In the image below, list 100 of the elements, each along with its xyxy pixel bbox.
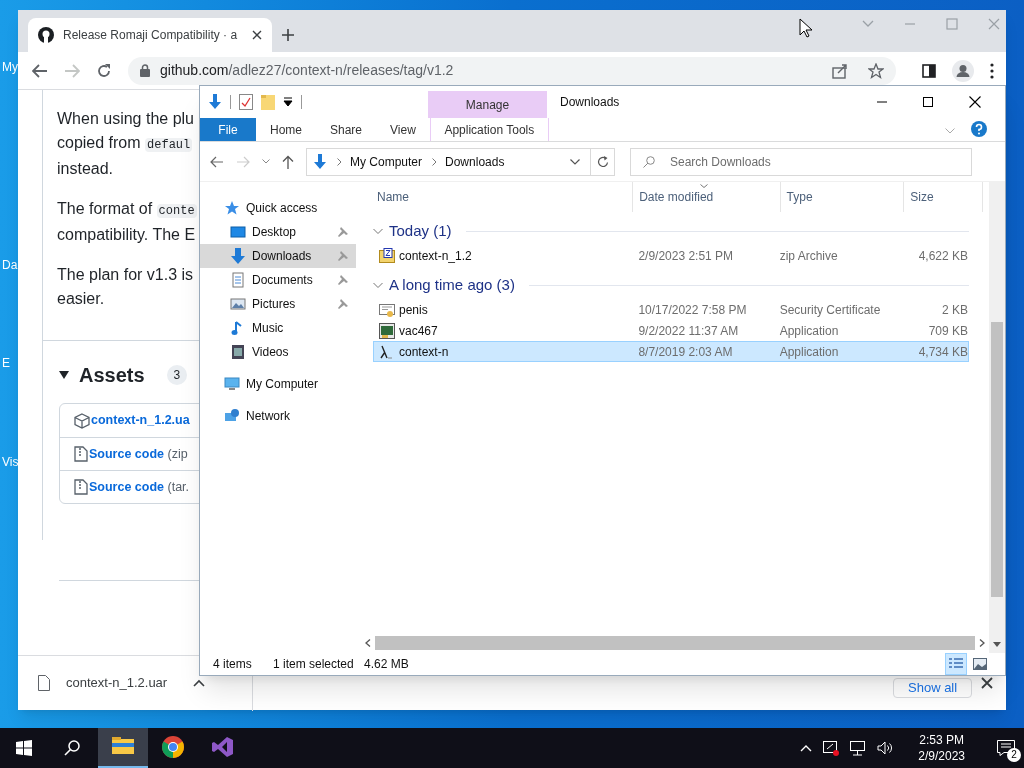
paragraph-text: instead. xyxy=(57,159,115,179)
chevron-down-icon[interactable] xyxy=(570,158,580,165)
nav-item[interactable]: Documents xyxy=(200,268,356,292)
asset-link[interactable]: Source code (tar. xyxy=(89,477,190,497)
properties-icon[interactable] xyxy=(239,94,253,110)
group-header[interactable]: A long time ago (3) xyxy=(389,273,515,297)
clock-time[interactable]: 2:53 PM xyxy=(919,732,964,748)
chevron-up-icon[interactable] xyxy=(800,744,813,752)
file-row[interactable]: penis 10/17/2022 7:58 PM Security Certificate 2 KB xyxy=(373,299,969,320)
file-icon[interactable] xyxy=(38,675,50,691)
ribbon-tab[interactable]: Home xyxy=(256,118,316,141)
chat-icon xyxy=(997,740,1015,756)
paragraph-text: easier. xyxy=(57,289,106,309)
status-text: 4 items xyxy=(213,656,253,673)
search-icon[interactable] xyxy=(64,740,80,756)
star-icon xyxy=(224,200,240,216)
triangle-down-icon[interactable] xyxy=(59,371,69,379)
column-header[interactable]: Date modified xyxy=(639,182,781,212)
taskbar-app-button[interactable] xyxy=(98,728,148,768)
nav-item[interactable]: Downloads xyxy=(200,244,356,268)
status-text: 1 item selected xyxy=(273,656,355,673)
document-icon xyxy=(230,272,246,288)
file-row[interactable]: context-n 8/7/2019 2:03 AM Application 4,734 KB xyxy=(373,341,969,362)
chevron-right-icon xyxy=(432,157,438,166)
vertical-scrollbar[interactable] xyxy=(989,182,1005,653)
windows-logo-icon[interactable] xyxy=(16,740,32,756)
nav-item[interactable]: Pictures xyxy=(200,292,356,316)
chevron-down-icon[interactable] xyxy=(262,159,270,164)
star-icon[interactable] xyxy=(868,62,884,79)
download-arrow-icon[interactable] xyxy=(208,94,222,110)
desktop-icon xyxy=(230,224,246,240)
column-header[interactable]: Name xyxy=(377,182,634,212)
section-heading: Assets xyxy=(79,363,145,388)
network-icon[interactable] xyxy=(850,740,867,756)
maximize-icon[interactable] xyxy=(923,97,933,107)
refresh-icon[interactable] xyxy=(596,155,609,168)
infinity-icon xyxy=(212,736,234,758)
ribbon-tab[interactable]: File xyxy=(200,118,256,141)
asset-link[interactable]: context-n_1.2.ua xyxy=(91,411,190,430)
zip-file-icon xyxy=(379,247,395,264)
lambda-icon xyxy=(379,343,395,360)
list-icon xyxy=(949,658,963,670)
help-icon[interactable] xyxy=(971,121,987,137)
status-text: 4.62 MB xyxy=(364,656,409,673)
paragraph-text: When using the plu xyxy=(57,109,195,129)
new-tab-icon[interactable] xyxy=(281,28,295,42)
nav-item[interactable]: Videos xyxy=(200,340,356,364)
close-icon[interactable] xyxy=(969,96,981,108)
window-title: Downloads xyxy=(560,94,620,111)
group-header[interactable]: Today (1) xyxy=(389,219,452,243)
back-icon[interactable] xyxy=(210,155,224,168)
paragraph-text: copied from defaul xyxy=(57,133,194,154)
nav-item[interactable]: Quick access xyxy=(200,196,356,220)
film-icon xyxy=(230,344,246,360)
details-view-button[interactable] xyxy=(945,653,967,675)
menu-icon[interactable] xyxy=(990,62,994,79)
close-icon[interactable] xyxy=(252,30,262,40)
reload-icon[interactable] xyxy=(96,62,112,79)
side-panel-icon[interactable] xyxy=(922,63,936,78)
close-icon[interactable] xyxy=(981,677,993,689)
security-icon[interactable] xyxy=(823,740,840,756)
context-tab-group: Manage xyxy=(428,91,547,118)
nav-item[interactable]: My Computer xyxy=(200,372,356,396)
file-row[interactable]: context-n_1.2 2/9/2023 2:51 PM zip Archive 4,622 KB xyxy=(373,245,969,266)
dropdown-icon[interactable] xyxy=(283,97,293,107)
nav-item[interactable]: Desktop xyxy=(200,220,356,244)
back-icon[interactable] xyxy=(32,63,48,78)
download-file-name[interactable]: context-n_1.2.uar xyxy=(66,673,168,693)
notification-count: 2 xyxy=(1007,748,1021,762)
breadcrumb-item[interactable]: Downloads xyxy=(445,152,505,171)
picture-icon xyxy=(230,296,246,312)
count-badge: 3 xyxy=(166,365,188,385)
column-header[interactable]: Size xyxy=(910,182,983,212)
file-row[interactable]: vac467 9/2/2022 11:37 AM Application 709 KB xyxy=(373,320,969,341)
ribbon-tab[interactable]: Application Tools xyxy=(429,118,549,141)
ribbon-tab[interactable]: Share xyxy=(316,118,377,141)
url-text: github.com/adlez27/context-n/releases/tag/v1.2 xyxy=(160,61,455,80)
breadcrumb-item[interactable]: My Computer xyxy=(350,152,423,171)
column-header[interactable]: Type xyxy=(786,182,905,212)
nav-item[interactable]: Music xyxy=(200,316,356,340)
notifications-button[interactable]: 2 xyxy=(988,728,1024,768)
share-icon[interactable] xyxy=(832,62,848,79)
address-bar[interactable]: My Computer Downloads xyxy=(306,147,615,176)
ribbon-tab[interactable]: View xyxy=(376,118,430,141)
scroll-left-icon xyxy=(365,639,371,647)
asset-link[interactable]: Source code (zip xyxy=(89,444,188,464)
volume-icon[interactable] xyxy=(877,740,894,756)
certificate-icon xyxy=(379,301,395,318)
up-arrow-icon[interactable] xyxy=(282,154,294,169)
clock-date[interactable]: 2/9/2023 xyxy=(918,748,965,764)
browser-tab[interactable]: Release Romaji Compatibility · a xyxy=(28,18,272,52)
scroll-down-icon xyxy=(993,642,1001,647)
application-icon xyxy=(379,322,395,339)
search-field[interactable]: Search Downloads xyxy=(630,147,972,176)
address-bar[interactable]: github.com/adlez27/context-n/releases/tag/v1.2 xyxy=(128,56,896,85)
image-icon xyxy=(973,658,987,670)
caret-up-icon[interactable] xyxy=(193,679,206,687)
show-all-button[interactable]: Show all xyxy=(893,678,973,698)
profile-icon[interactable] xyxy=(952,59,974,82)
nav-item[interactable]: Network xyxy=(200,404,356,428)
